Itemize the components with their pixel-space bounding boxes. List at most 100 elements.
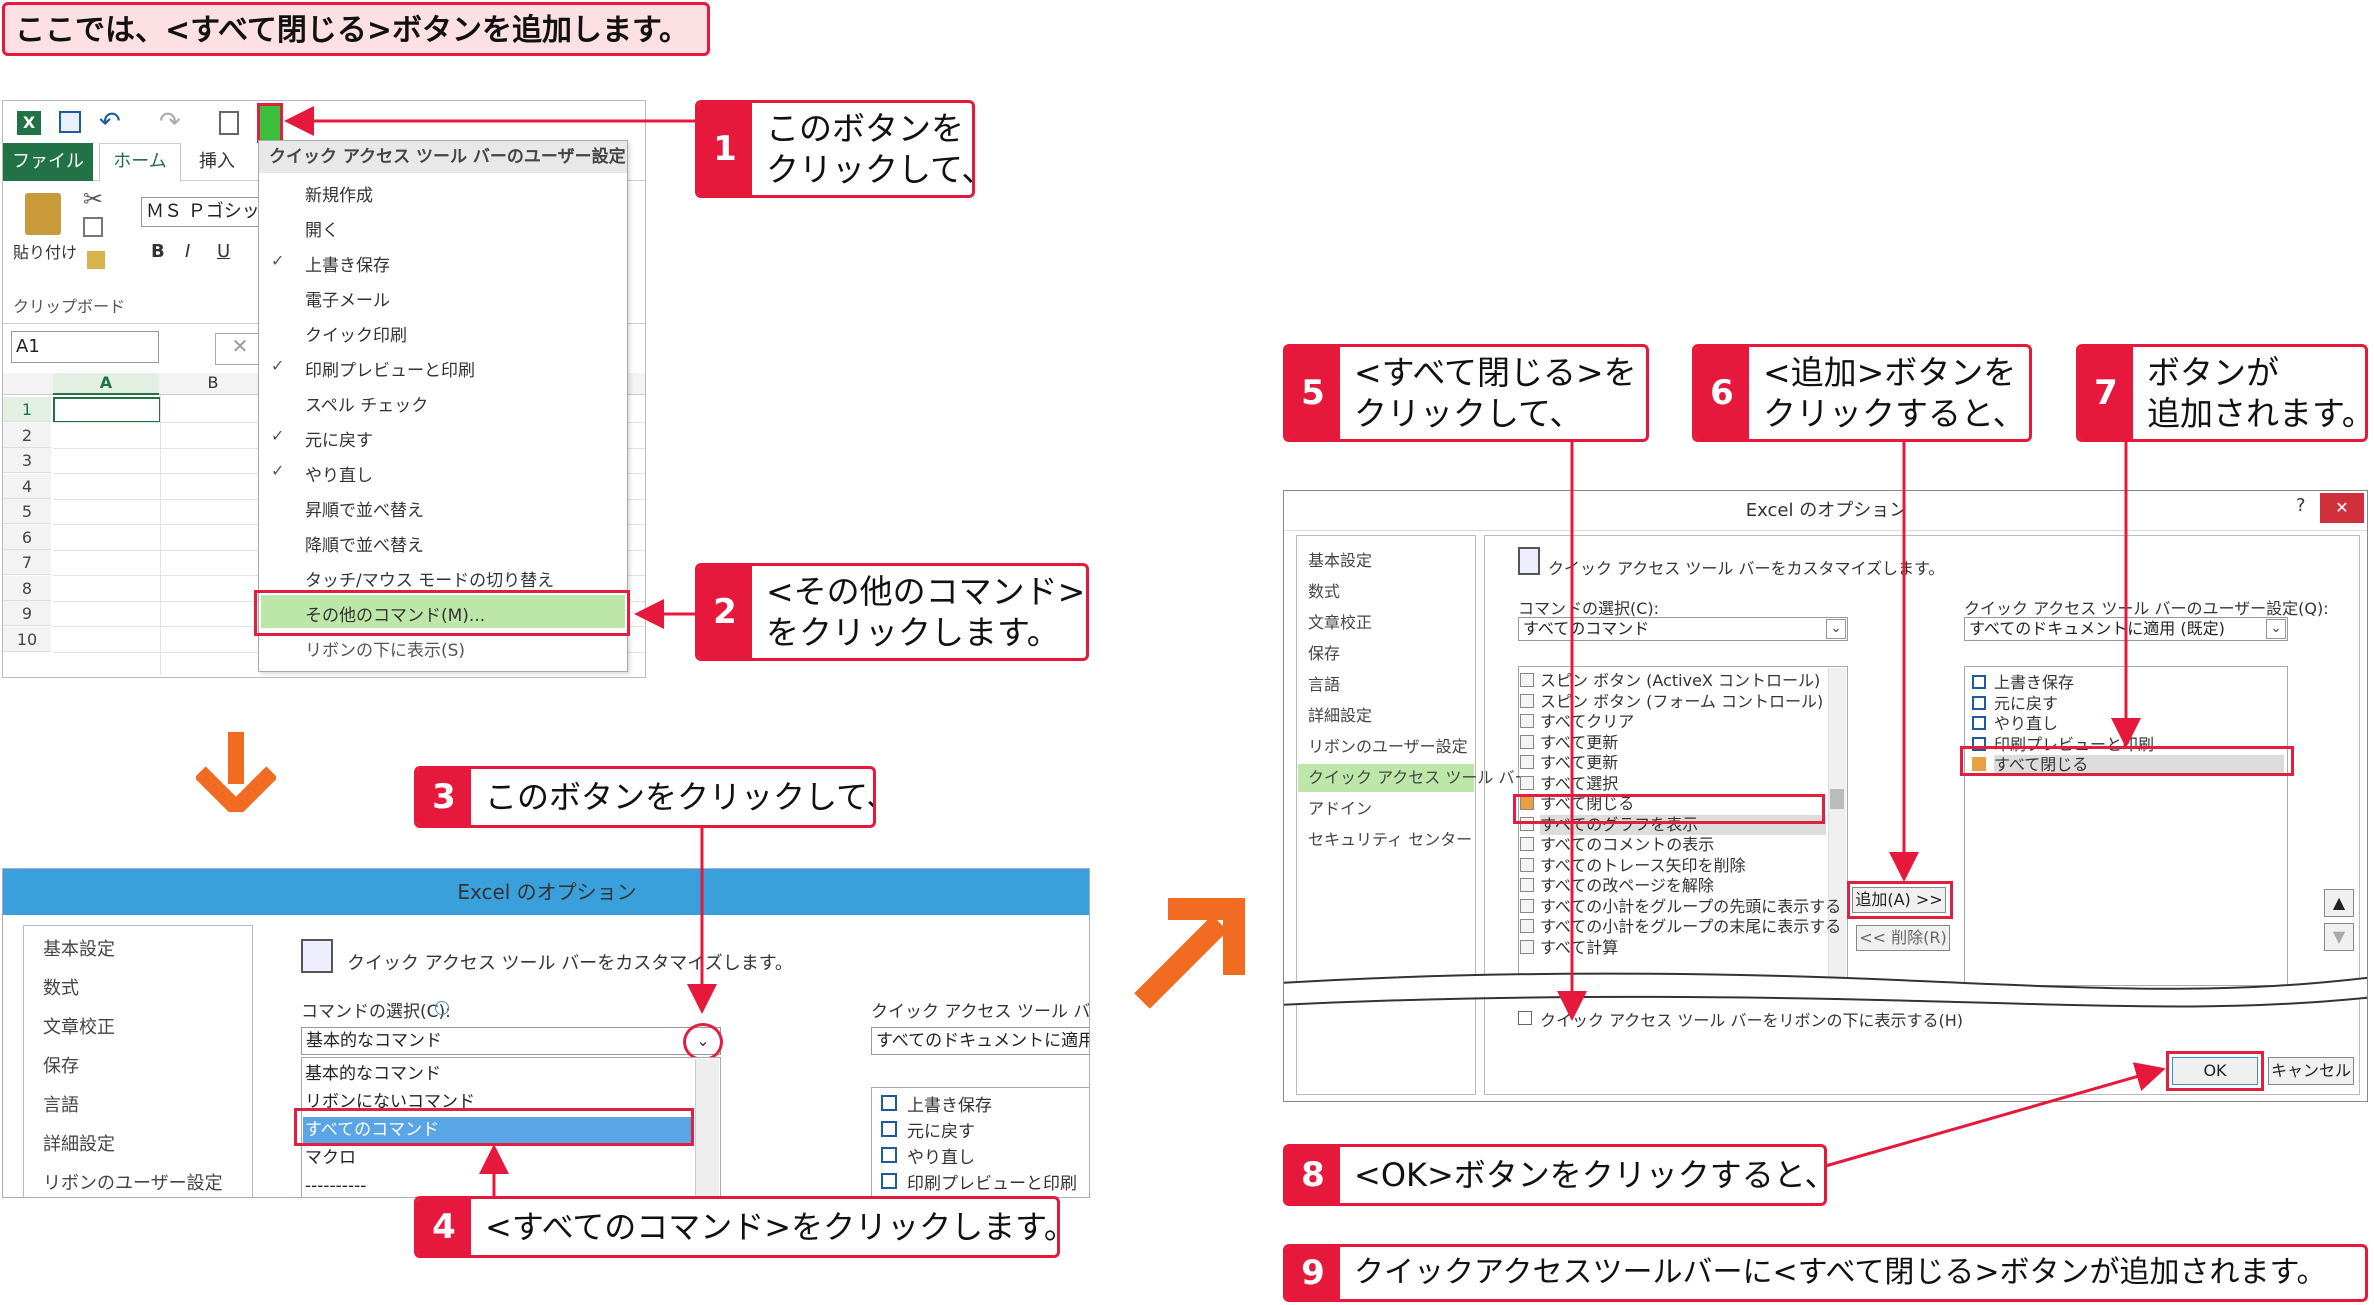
options-2-sidebar-item[interactable]: リボンのユーザー設定 [1298, 733, 1474, 761]
qat-menu-item-label[interactable]: 昇順で並べ替え [305, 496, 424, 521]
qat-customize-button[interactable] [257, 103, 283, 143]
options-1-scrollbar[interactable] [695, 1059, 719, 1197]
qat-list-item[interactable]: やり直し [907, 1143, 975, 1168]
below-ribbon-checkbox[interactable] [1518, 1011, 1532, 1025]
chevron-down-icon-3[interactable]: ⌄ [2266, 619, 2286, 639]
command-item[interactable]: すべて選択 [1540, 774, 1826, 794]
remove-button[interactable]: << 削除(R) [1856, 925, 1950, 951]
options-1-sidebar-item[interactable]: 基本設定 [43, 935, 115, 961]
dropdown-option[interactable]: ---------- [303, 1173, 693, 1197]
command-item[interactable]: スピン ボタン (フォーム コントロール) [1540, 692, 1826, 712]
move-down-button[interactable]: ▼ [2324, 923, 2354, 951]
row-header-8[interactable]: 8 [3, 575, 51, 601]
chevron-down-icon-2[interactable]: ⌄ [1826, 619, 1846, 639]
qat-list-item[interactable]: 元に戻す [907, 1117, 975, 1142]
qat-menu-item-label[interactable]: 開く [305, 216, 339, 241]
column-header-a[interactable]: A [53, 373, 159, 395]
qat-menu-item[interactable]: クイック印刷 [261, 315, 625, 348]
qat-menu-item[interactable]: ✓ 元に戻す [261, 420, 625, 453]
tab-insert[interactable]: 挿入 [199, 143, 235, 181]
options-2-sidebar-item[interactable]: セキュリティ センター [1298, 826, 1474, 854]
cut-icon[interactable]: ✂ [83, 185, 103, 213]
options-2-right-combo[interactable]: すべてのドキュメントに適用 (既定) [1964, 617, 2288, 641]
help-button[interactable]: ? [2296, 495, 2306, 516]
bold-button[interactable]: B [151, 241, 165, 262]
qat-list-item[interactable]: 上書き保存 [907, 1091, 992, 1116]
options-2-choose-combo[interactable]: すべてのコマンド [1518, 617, 1848, 641]
italic-button[interactable]: I [185, 241, 190, 262]
command-item[interactable]: すべてのコメントの表示 [1540, 835, 1826, 855]
options-2-sidebar-item[interactable]: 詳細設定 [1298, 702, 1474, 730]
column-header-b[interactable]: B [161, 373, 265, 392]
qat-menu-item[interactable]: ✓ やり直し [261, 455, 625, 488]
qat-menu-item[interactable]: 電子メール [261, 280, 625, 313]
qat-menu-item[interactable]: 新規作成 [261, 175, 625, 208]
qat-menu-item-label[interactable]: 降順で並べ替え [305, 531, 424, 556]
qat-list-item[interactable]: やり直し [1994, 714, 2284, 734]
row-header-3[interactable]: 3 [3, 448, 51, 473]
options-1-sidebar-item[interactable]: リボンのユーザー設定 [43, 1169, 223, 1195]
command-item[interactable]: すべてクリア [1540, 712, 1826, 732]
qat-menu-item-label[interactable]: 電子メール [305, 286, 390, 311]
row-header-5[interactable]: 5 [3, 499, 51, 524]
command-item[interactable]: すべて計算 [1540, 938, 1826, 958]
row-header-9[interactable]: 9 [3, 601, 51, 626]
tab-file[interactable]: ファイル [3, 143, 93, 181]
name-box[interactable]: A1 [11, 331, 159, 363]
print-preview-icon[interactable] [219, 111, 239, 135]
qat-menu-item[interactable]: 降順で並べ替え [261, 525, 625, 558]
qat-menu-item[interactable]: ✓ 上書き保存 [261, 245, 625, 278]
dropdown-option[interactable]: マクロ [303, 1145, 693, 1171]
qat-menu-item-label[interactable]: タッチ/マウス モードの切り替え [305, 566, 554, 591]
options-1-right-combo[interactable]: すべてのドキュメントに適用 (既定 [871, 1027, 1089, 1055]
qat-menu-item-label[interactable]: 新規作成 [305, 181, 373, 206]
qat-menu-item-label[interactable]: やり直し [305, 461, 373, 486]
qat-menu-item[interactable]: タッチ/マウス モードの切り替え [261, 560, 625, 593]
undo-icon[interactable]: ↶ [99, 107, 121, 137]
row-header-6[interactable]: 6 [3, 524, 51, 550]
save-icon[interactable] [59, 111, 81, 133]
options-2-sidebar-item[interactable]: 文章校正 [1298, 609, 1474, 637]
copy-icon[interactable] [83, 217, 103, 237]
command-item[interactable]: すべての改ページを解除 [1540, 876, 1826, 896]
qat-menu-item-label[interactable]: 元に戻す [305, 426, 373, 451]
command-item[interactable]: スピン ボタン (ActiveX コントロール) [1540, 671, 1826, 691]
qat-menu-item[interactable]: スペル チェック [261, 385, 625, 418]
qat-menu-item-label[interactable]: クイック印刷 [305, 321, 407, 346]
options-2-sidebar-item[interactable]: アドイン [1298, 795, 1474, 823]
options-2-sidebar-item[interactable]: クイック アクセス ツール バー [1298, 764, 1530, 792]
options-2-sidebar-item[interactable]: 保存 [1298, 640, 1474, 668]
dropdown-option[interactable]: 基本的なコマンド [303, 1061, 693, 1087]
redo-icon[interactable]: ↷ [159, 107, 181, 137]
row-header-2[interactable]: 2 [3, 422, 51, 448]
qat-list-item[interactable]: 上書き保存 [1994, 673, 2284, 693]
close-button[interactable]: ✕ [2320, 493, 2364, 523]
options-2-commands-scrollbar[interactable] [1828, 668, 1846, 986]
options-1-sidebar-item[interactable]: 文章校正 [43, 1013, 115, 1039]
below-ribbon-label[interactable]: クイック アクセス ツール バーをリボンの下に表示する(H) [1540, 1007, 1963, 1031]
format-painter-icon[interactable] [87, 251, 105, 269]
paste-icon[interactable] [25, 193, 61, 235]
qat-list-item[interactable]: 印刷プレビューと印刷 [907, 1169, 1077, 1194]
options-2-sidebar-item[interactable]: 基本設定 [1298, 547, 1474, 575]
tab-home[interactable]: ホーム [99, 143, 181, 182]
active-cell[interactable] [53, 397, 161, 423]
row-header-1[interactable]: 1 [3, 397, 51, 422]
qat-menu-item-label[interactable]: 印刷プレビューと印刷 [305, 356, 475, 381]
qat-menu-item-label[interactable]: リボンの下に表示(S) [305, 636, 465, 661]
qat-menu-item[interactable]: 開く [261, 210, 625, 243]
options-1-sidebar-item[interactable]: 言語 [43, 1091, 79, 1117]
command-item[interactable]: すべての小計をグループの先頭に表示する [1540, 897, 1841, 917]
options-1-sidebar-item[interactable]: 保存 [43, 1052, 79, 1078]
command-item[interactable]: すべてのトレース矢印を削除 [1540, 856, 1826, 876]
options-1-choose-combo[interactable]: 基本的なコマンド [301, 1027, 721, 1055]
row-header-7[interactable]: 7 [3, 550, 51, 575]
options-1-sidebar-item[interactable]: 数式 [43, 974, 79, 1000]
qat-menu-item-label[interactable]: 上書き保存 [305, 251, 390, 276]
command-item[interactable]: すべての小計をグループの末尾に表示する [1540, 917, 1841, 937]
font-name-box[interactable]: ＭＳ Ｐゴシック [141, 197, 278, 227]
options-2-sidebar-item[interactable]: 言語 [1298, 671, 1474, 699]
row-header-4[interactable]: 4 [3, 473, 51, 499]
cancel-button[interactable]: キャンセル [2268, 1057, 2354, 1085]
paste-label[interactable]: 貼り付け [13, 239, 77, 263]
